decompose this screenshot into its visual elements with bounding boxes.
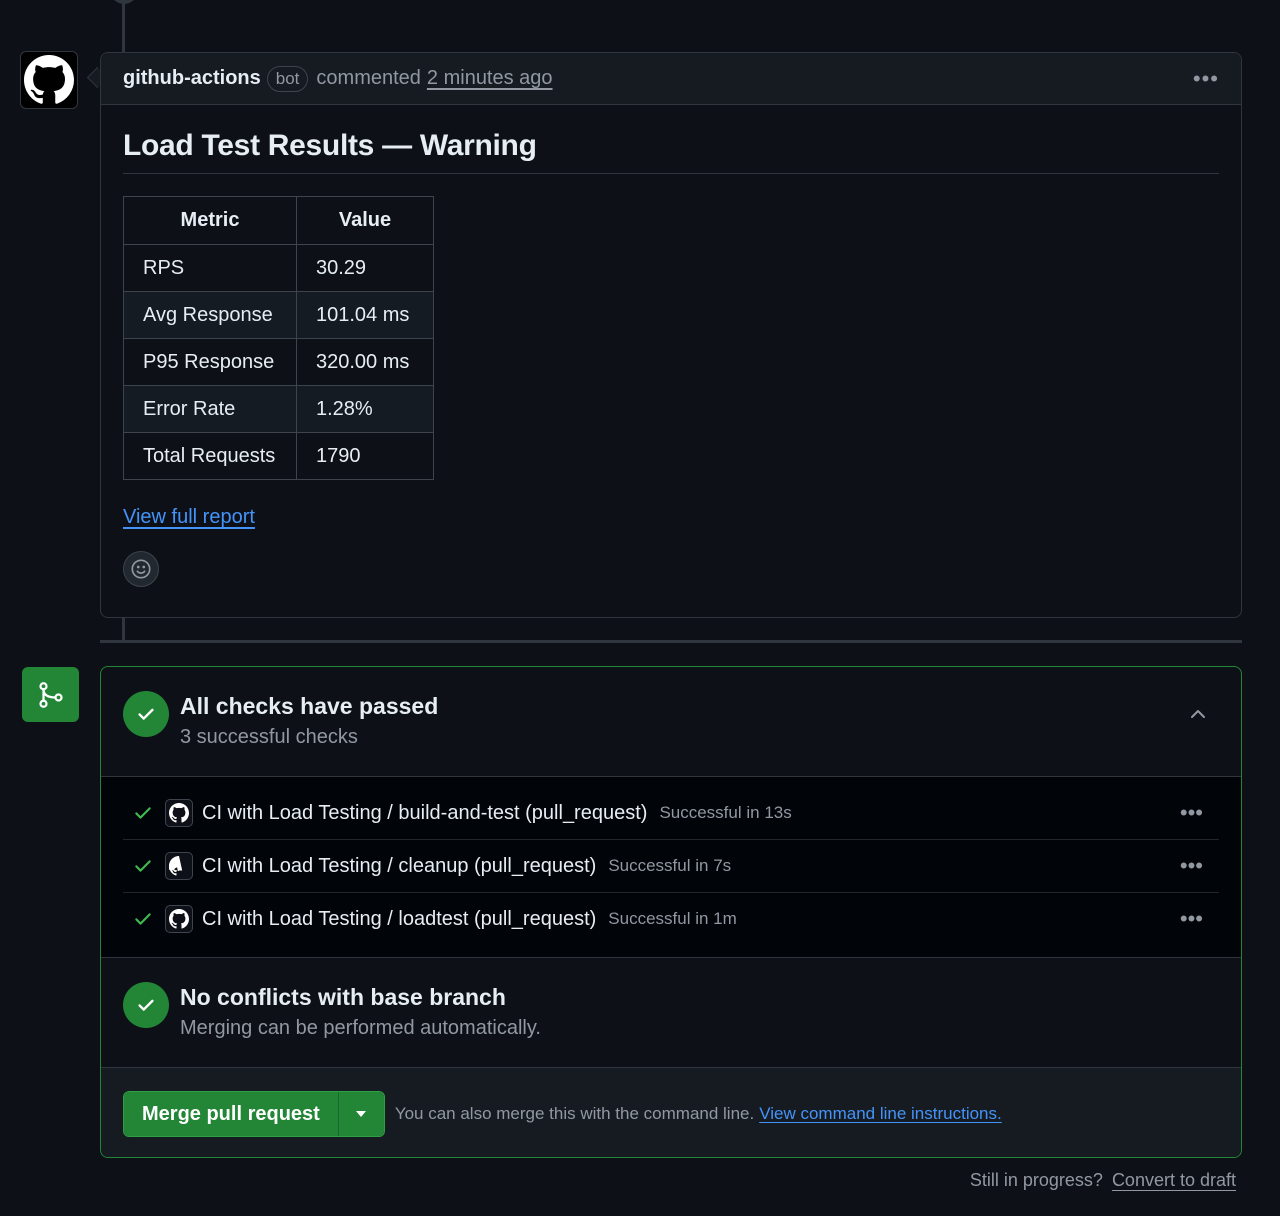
value-cell: 320.00 ms <box>296 338 434 386</box>
value-cell: 30.29 <box>296 244 434 292</box>
table-row: Total Requests 1790 <box>123 432 434 480</box>
smiley-icon <box>131 559 151 579</box>
convert-to-draft-link[interactable]: Convert to draft <box>1112 1170 1236 1190</box>
metric-cell: Total Requests <box>123 432 297 480</box>
triangle-down-icon <box>356 1111 367 1117</box>
author-avatar[interactable] <box>20 51 78 109</box>
metric-cell: P95 Response <box>123 338 297 386</box>
check-status: Successful in 7s <box>608 856 732 875</box>
checks-summary: All checks have passed 3 successful chec… <box>101 667 1241 777</box>
comment-body: Load Test Results — Warning Metric Value… <box>101 129 1241 587</box>
add-reaction-button[interactable] <box>123 551 159 587</box>
check-options-icon[interactable]: ••• <box>1180 800 1203 826</box>
no-conflicts-icon <box>123 982 169 1028</box>
check-item[interactable]: CI with Load Testing / cleanup (pull_req… <box>123 840 1219 893</box>
git-merge-icon <box>22 667 79 722</box>
comment-options-icon[interactable]: ••• <box>1193 66 1219 92</box>
command-line-instructions-link[interactable]: View command line instructions. <box>759 1104 1002 1124</box>
metrics-table: Metric Value RPS 30.29 Avg Response 101.… <box>123 196 434 480</box>
comment-action: commented <box>316 67 421 89</box>
table-row: Avg Response 101.04 ms <box>123 291 434 339</box>
check-name: CI with Load Testing / build-and-test (p… <box>202 801 648 824</box>
github-actions-icon <box>165 799 193 827</box>
check-status: Successful in 1m <box>608 909 737 928</box>
metric-cell: Avg Response <box>123 291 297 339</box>
check-item[interactable]: CI with Load Testing / loadtest (pull_re… <box>123 893 1219 945</box>
table-row: RPS 30.29 <box>123 244 434 292</box>
value-cell: 1.28% <box>296 385 434 433</box>
check-item[interactable]: CI with Load Testing / build-and-test (p… <box>123 787 1219 840</box>
conflicts-title: No conflicts with base branch <box>180 984 506 1010</box>
value-cell: 1790 <box>296 432 434 480</box>
table-header-metric: Metric <box>123 196 297 245</box>
merge-status-box: All checks have passed 3 successful chec… <box>100 666 1242 1158</box>
check-options-icon[interactable]: ••• <box>1180 906 1203 932</box>
table-row: P95 Response 320.00 ms <box>123 338 434 386</box>
checks-passed-icon <box>123 691 169 737</box>
metric-cell: Error Rate <box>123 385 297 433</box>
checks-subtitle: 3 successful checks <box>180 726 358 748</box>
value-cell: 101.04 ms <box>296 291 434 339</box>
github-logo-icon <box>24 55 74 104</box>
github-actions-icon <box>165 905 193 933</box>
comment-title: Load Test Results — Warning <box>123 129 1219 174</box>
conflicts-summary-text: No conflicts with base branch Merging ca… <box>180 982 541 1040</box>
comment-author[interactable]: github-actions <box>123 67 261 90</box>
check-success-icon <box>133 803 163 823</box>
check-success-icon <box>133 909 163 929</box>
merge-options-dropdown[interactable] <box>338 1092 384 1136</box>
check-name: CI with Load Testing / loadtest (pull_re… <box>202 907 597 930</box>
timeline-dot <box>110 0 138 4</box>
table-header-row: Metric Value <box>123 196 434 245</box>
merge-pull-request-button[interactable]: Merge pull request <box>124 1092 339 1136</box>
check-status: Successful in 13s <box>659 803 792 822</box>
comment-header: github-actions bot commented 2 minutes a… <box>101 53 1241 105</box>
github-actions-icon <box>165 852 193 880</box>
timeline-divider <box>100 640 1242 643</box>
timeline-line-mid <box>122 618 125 642</box>
check-success-icon <box>133 856 163 876</box>
table-row: Error Rate 1.28% <box>123 385 434 433</box>
merge-actions: Merge pull request You can also merge th… <box>101 1068 1241 1157</box>
check-name: CI with Load Testing / cleanup (pull_req… <box>202 854 597 877</box>
merge-hint-text: You can also merge this with the command… <box>394 1104 755 1123</box>
chevron-up-icon[interactable] <box>1189 707 1207 725</box>
comment-card: github-actions bot commented 2 minutes a… <box>100 52 1242 618</box>
table-header-value: Value <box>296 196 434 245</box>
draft-prompt: Still in progress? <box>969 1170 1103 1190</box>
checks-title: All checks have passed <box>180 693 439 719</box>
comment-timestamp-link[interactable]: 2 minutes ago <box>427 67 553 90</box>
checks-summary-text: All checks have passed 3 successful chec… <box>180 691 438 749</box>
check-options-icon[interactable]: ••• <box>1180 853 1203 879</box>
draft-footer: Still in progress? Convert to draft <box>970 1170 1236 1191</box>
checks-list: CI with Load Testing / build-and-test (p… <box>101 777 1241 958</box>
timeline-line-top <box>122 0 125 52</box>
metric-cell: RPS <box>123 244 297 292</box>
conflicts-subtitle: Merging can be performed automatically. <box>180 1017 541 1039</box>
conflicts-summary: No conflicts with base branch Merging ca… <box>101 958 1241 1068</box>
bot-badge: bot <box>266 65 309 92</box>
merge-button-group: Merge pull request <box>123 1091 385 1137</box>
view-full-report-link[interactable]: View full report <box>123 506 255 529</box>
